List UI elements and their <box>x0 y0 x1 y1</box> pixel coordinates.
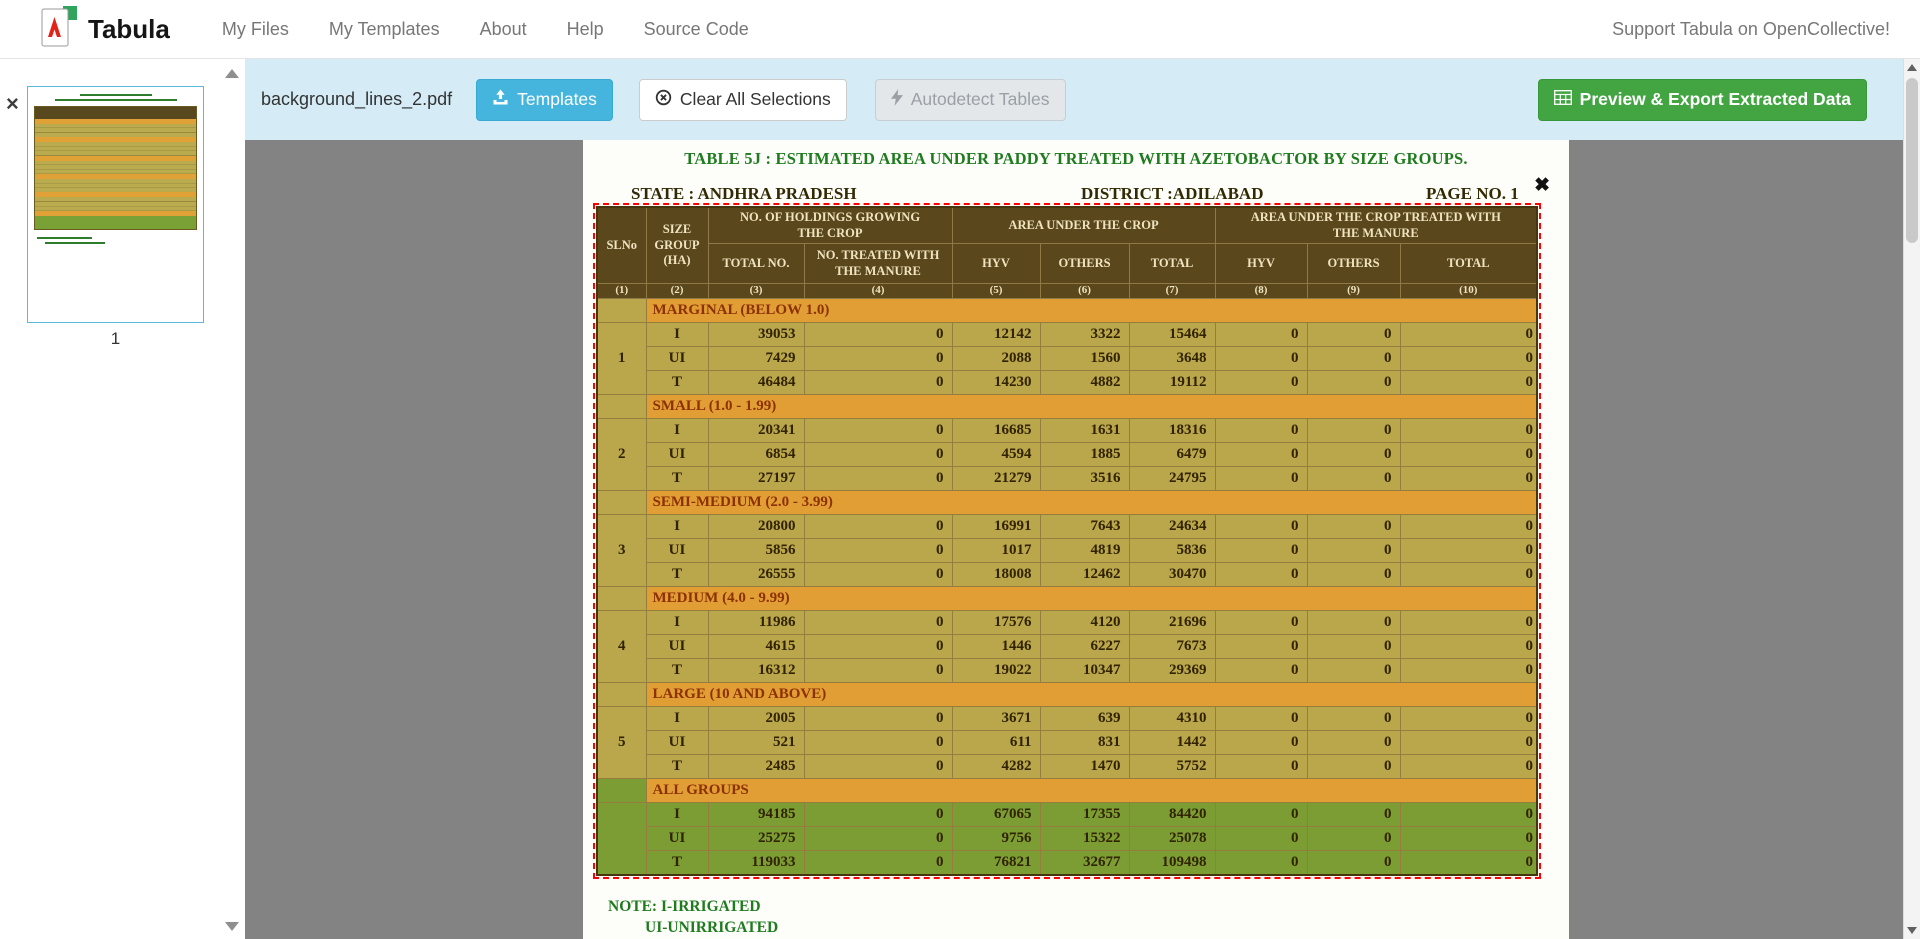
autodetect-tables-button[interactable]: Autodetect Tables <box>875 79 1066 121</box>
export-button[interactable]: Preview & Export Extracted Data <box>1538 79 1867 121</box>
district-label: DISTRICT :ADILABAD <box>1081 184 1263 204</box>
autodetect-label: Autodetect Tables <box>911 89 1050 110</box>
vertical-scrollbar[interactable] <box>1903 59 1920 939</box>
nav-help[interactable]: Help <box>567 19 604 40</box>
table-grid-icon <box>1554 89 1572 110</box>
pdf-page[interactable]: TABLE 5J : ESTIMATED AREA UNDER PADDY TR… <box>583 140 1569 939</box>
filename-label: background_lines_2.pdf <box>261 89 452 110</box>
support-link[interactable]: Support Tabula on OpenCollective! <box>1612 19 1890 40</box>
nav-about[interactable]: About <box>480 19 527 40</box>
nav-source-code[interactable]: Source Code <box>644 19 749 40</box>
brand-name[interactable]: Tabula <box>88 14 170 45</box>
thumb-note-line <box>45 242 105 244</box>
remove-page-icon[interactable]: × <box>6 93 19 115</box>
note-line-2: UI-UNIRRIGATED <box>645 919 778 937</box>
top-navbar: Tabula My Files My Templates About Help … <box>0 0 1920 59</box>
tabula-app: Tabula My Files My Templates About Help … <box>0 0 1920 939</box>
scrollbar-down-icon[interactable] <box>1904 922 1920 939</box>
scrollbar-thumb[interactable] <box>1906 78 1918 243</box>
document-note: NOTE: I-IRRIGATED UI-UNIRRIGATED <box>608 898 778 937</box>
brand[interactable]: Tabula <box>40 5 170 54</box>
scrollbar-up-icon[interactable] <box>1904 59 1920 76</box>
pdf-viewport: TABLE 5J : ESTIMATED AREA UNDER PADDY TR… <box>245 140 1903 939</box>
page-no-label: PAGE NO. 1 <box>1426 184 1519 204</box>
templates-button[interactable]: Templates <box>476 79 613 121</box>
clear-circle-x-icon <box>655 89 672 111</box>
pages-sidebar: × 1 <box>0 59 245 939</box>
upload-icon <box>492 89 509 110</box>
lightning-icon <box>891 89 903 111</box>
main-nav: My Files My Templates About Help Source … <box>222 19 749 40</box>
templates-label: Templates <box>517 89 597 110</box>
content-row: × 1 <box>0 59 1920 939</box>
toolbar: background_lines_2.pdf Templates <box>245 59 1903 140</box>
state-label: STATE : ANDHRA PRADESH <box>631 184 857 204</box>
note-line-1: NOTE: I-IRRIGATED <box>608 898 778 916</box>
thumb-note-line <box>37 237 92 239</box>
sidebar-scroll-down-icon[interactable] <box>225 922 239 931</box>
nav-my-files[interactable]: My Files <box>222 19 289 40</box>
document-workspace: background_lines_2.pdf Templates <box>245 59 1903 939</box>
sidebar-scroll-up-icon[interactable] <box>225 69 239 78</box>
selection-close-icon[interactable]: ✖ <box>1534 176 1550 195</box>
thumb-table-preview <box>35 107 196 229</box>
document-title: TABLE 5J : ESTIMATED AREA UNDER PADDY TR… <box>583 149 1569 169</box>
clear-selections-label: Clear All Selections <box>680 89 831 110</box>
page-thumbnail[interactable] <box>27 86 204 323</box>
thumb-title-line <box>55 99 177 101</box>
export-label: Preview & Export Extracted Data <box>1580 89 1851 110</box>
nav-my-templates[interactable]: My Templates <box>329 19 440 40</box>
tabula-logo-icon <box>40 5 78 54</box>
clear-selections-button[interactable]: Clear All Selections <box>639 79 847 121</box>
table-selection[interactable] <box>593 203 1541 879</box>
table-region: SLNoSIZE GROUP (HA)NO. OF HOLDINGS GROWI… <box>596 206 1538 876</box>
page-number-label: 1 <box>27 329 204 349</box>
thumb-title-line <box>80 94 152 96</box>
